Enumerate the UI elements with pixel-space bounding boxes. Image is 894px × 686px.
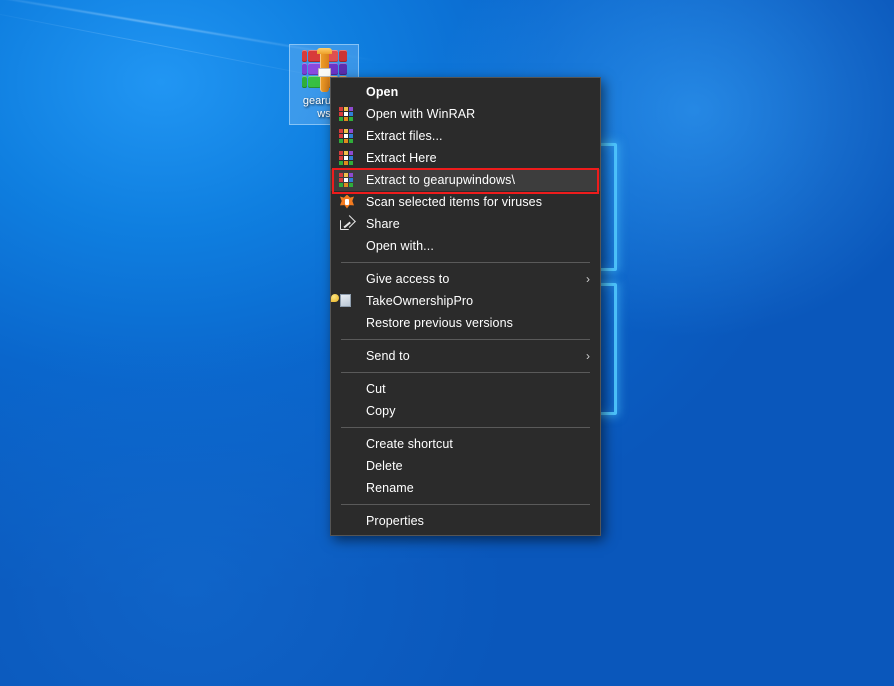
- menu-item-send-to[interactable]: Send to ›: [331, 345, 600, 367]
- menu-item-extract-here[interactable]: Extract Here: [331, 147, 600, 169]
- menu-item-scan-selected-items-for-viruses[interactable]: Scan selected items for viruses: [331, 191, 600, 213]
- menu-item-icon-slot: [339, 315, 357, 332]
- menu-item-icon-slot: [339, 172, 357, 189]
- menu-separator: [341, 427, 590, 428]
- menu-item-icon-slot: [339, 436, 357, 453]
- menu-item-copy[interactable]: Copy: [331, 400, 600, 422]
- menu-item-icon-slot: [339, 106, 357, 123]
- menu-item-label: Extract Here: [366, 151, 437, 165]
- menu-item-label: Restore previous versions: [366, 316, 514, 330]
- menu-item-label: Properties: [366, 514, 424, 528]
- menu-item-rename[interactable]: Rename: [331, 477, 600, 499]
- menu-separator: [341, 339, 590, 340]
- menu-item-create-shortcut[interactable]: Create shortcut: [331, 433, 600, 455]
- menu-item-open-with[interactable]: Open with...: [331, 235, 600, 257]
- menu-item-icon-slot: [339, 458, 357, 475]
- menu-item-icon-slot: [339, 238, 357, 255]
- menu-item-icon-slot: [339, 513, 357, 530]
- menu-item-delete[interactable]: Delete: [331, 455, 600, 477]
- menu-item-label: Copy: [366, 404, 396, 418]
- menu-separator: [341, 372, 590, 373]
- menu-item-icon-slot: [339, 403, 357, 420]
- menu-item-icon-slot: [339, 271, 357, 288]
- menu-item-properties[interactable]: Properties: [331, 510, 600, 532]
- desktop-icon-label-line2: ws: [317, 108, 331, 120]
- menu-item-label: Extract files...: [366, 129, 443, 143]
- menu-item-restore-previous-versions[interactable]: Restore previous versions: [331, 312, 600, 334]
- context-menu[interactable]: Open Open with WinRAR Extract files... Extr…: [330, 77, 601, 536]
- menu-item-extract-files[interactable]: Extract files...: [331, 125, 600, 147]
- menu-item-extract-to-gearupwindows[interactable]: Extract to gearupwindows\: [331, 169, 600, 191]
- menu-item-label: Open with WinRAR: [366, 107, 476, 121]
- menu-item-label: Open: [366, 85, 399, 99]
- menu-item-label: Create shortcut: [366, 437, 453, 451]
- menu-item-icon-slot: [339, 128, 357, 145]
- menu-item-open-with-winrar[interactable]: Open with WinRAR: [331, 103, 600, 125]
- chevron-right-icon: ›: [586, 272, 590, 286]
- menu-item-label: Open with...: [366, 239, 434, 253]
- menu-item-open[interactable]: Open: [331, 81, 600, 103]
- chevron-right-icon: ›: [586, 349, 590, 363]
- menu-item-icon-slot: [339, 84, 357, 101]
- menu-item-label: Delete: [366, 459, 403, 473]
- menu-item-icon-slot: [339, 194, 357, 211]
- menu-item-takeownershippro[interactable]: TakeOwnershipPro: [331, 290, 600, 312]
- menu-item-label: Give access to: [366, 272, 450, 286]
- menu-item-label: Scan selected items for viruses: [366, 195, 543, 209]
- menu-item-label: Share: [366, 217, 400, 231]
- menu-item-label: Cut: [366, 382, 386, 396]
- menu-item-label: Extract to gearupwindows\: [366, 173, 516, 187]
- menu-separator: [341, 504, 590, 505]
- menu-separator: [341, 262, 590, 263]
- menu-item-icon-slot: [339, 214, 357, 233]
- menu-item-give-access-to[interactable]: Give access to ›: [331, 268, 600, 290]
- menu-item-label: Rename: [366, 481, 414, 495]
- menu-item-icon-slot: [339, 150, 357, 167]
- menu-item-label: Send to: [366, 349, 410, 363]
- menu-item-icon-slot: [339, 348, 357, 365]
- menu-item-icon-slot: [331, 293, 357, 310]
- menu-item-cut[interactable]: Cut: [331, 378, 600, 400]
- menu-item-icon-slot: [339, 480, 357, 497]
- menu-item-share[interactable]: Share: [331, 213, 600, 235]
- menu-item-icon-slot: [339, 381, 357, 398]
- menu-item-label: TakeOwnershipPro: [366, 294, 474, 308]
